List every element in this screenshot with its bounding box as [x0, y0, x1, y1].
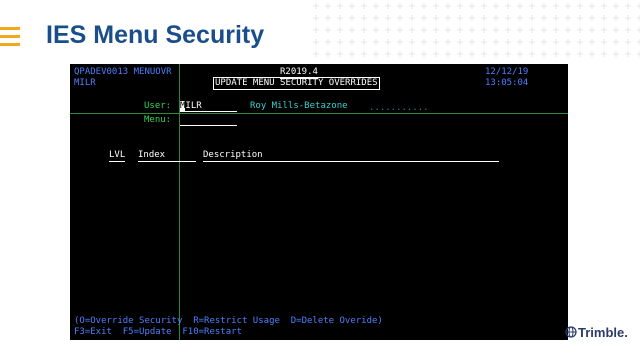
function-keys: F3=Exit F5=Update F10=Restart: [74, 327, 242, 337]
menu-input[interactable]: [180, 115, 237, 126]
hamburger-menu-icon: [0, 27, 20, 47]
user-full-name: Roy Mills-Betazone: [250, 101, 348, 111]
column-header-lvl: LVL: [109, 150, 126, 162]
grid-pattern-decoration: [310, 0, 640, 58]
trimble-globe-icon: [565, 326, 577, 338]
screen-title: UPDATE MENU SECURITY OVERRIDES: [213, 77, 380, 90]
action-legend: (O=Override Security R=Restrict Usage D=…: [74, 316, 383, 326]
slide-title: IES Menu Security: [46, 21, 265, 49]
program-id: QPADEV0013 MENUOVR: [74, 67, 172, 77]
date-display: 12/12/19: [485, 67, 529, 77]
time-display: 13:05:04: [485, 78, 529, 88]
crosshair-horizontal-line: [70, 113, 568, 114]
menu-label: Menu:: [144, 115, 172, 125]
trimble-wordmark: Trimble.: [578, 325, 628, 340]
column-header-description: Description: [203, 150, 499, 162]
user-name-fill: ...........: [369, 103, 429, 113]
terminal-screen[interactable]: QPADEV0013 MENUOVR MILR R2019.4 UPDATE M…: [70, 64, 568, 340]
user-id: MILR: [74, 78, 96, 88]
user-label: User:: [144, 101, 172, 111]
column-header-index: Index: [138, 150, 196, 162]
trimble-logo: Trimble.: [565, 325, 628, 340]
text-cursor: M: [180, 101, 186, 112]
user-input-value[interactable]: MILR: [180, 101, 202, 112]
